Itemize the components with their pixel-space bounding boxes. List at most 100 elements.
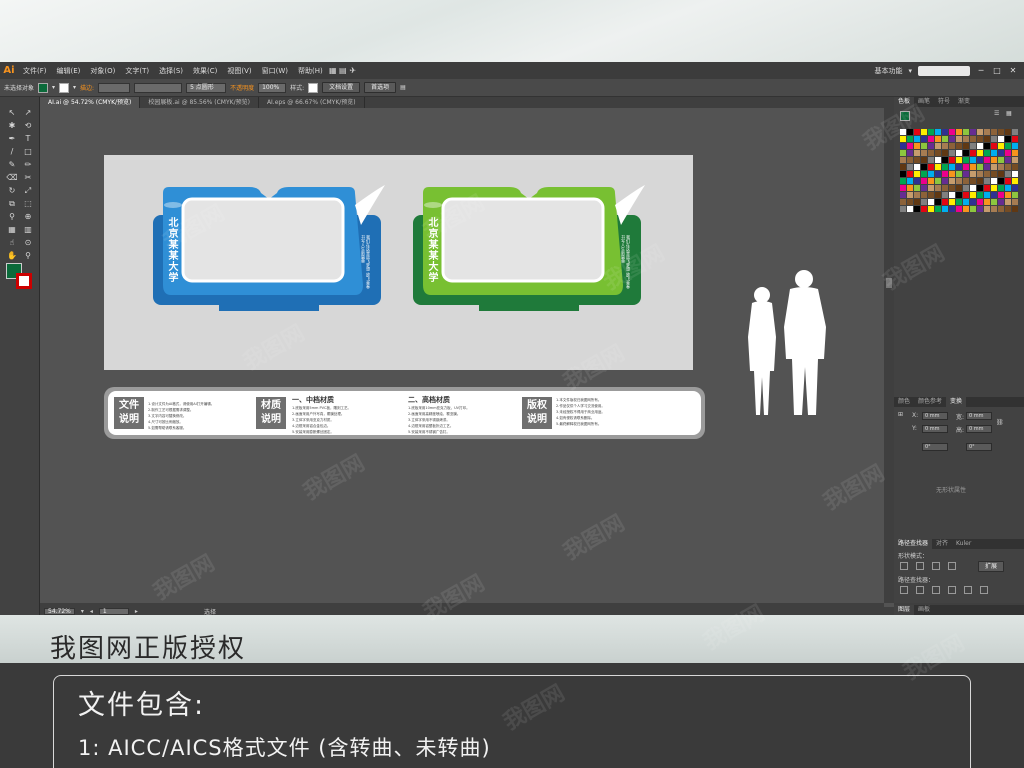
color-swatch[interactable] [963, 136, 969, 142]
unite-icon[interactable] [900, 562, 908, 570]
chevron-down-icon[interactable]: ▾ [81, 608, 84, 615]
color-swatch[interactable] [949, 199, 955, 205]
color-swatch[interactable] [942, 178, 948, 184]
tab-color[interactable]: 颜色 [894, 397, 914, 407]
x-field[interactable]: 0 mm [922, 412, 948, 420]
color-swatch[interactable] [963, 164, 969, 170]
color-swatch[interactable] [942, 129, 948, 135]
color-swatch[interactable] [942, 157, 948, 163]
artboard-tool-icon[interactable]: ☝ [6, 237, 18, 249]
color-swatch[interactable] [1012, 129, 1018, 135]
color-swatch[interactable] [984, 178, 990, 184]
menu-view[interactable]: 视图(V) [222, 66, 256, 76]
trim-icon[interactable] [916, 586, 924, 594]
color-swatch[interactable] [1012, 136, 1018, 142]
color-swatch[interactable] [984, 150, 990, 156]
color-swatch[interactable] [921, 157, 927, 163]
color-swatch[interactable] [1005, 157, 1011, 163]
color-swatch[interactable] [928, 157, 934, 163]
color-swatch[interactable] [1012, 199, 1018, 205]
color-swatch[interactable] [907, 199, 913, 205]
zoom-field[interactable]: 54.72% [44, 607, 75, 615]
doc-setup-button[interactable]: 文档设置 [322, 82, 361, 93]
tab-transform[interactable]: 变换 [946, 397, 967, 407]
color-swatch[interactable] [914, 129, 920, 135]
tab-layers[interactable]: 图层 [894, 605, 915, 615]
crop-icon[interactable] [948, 586, 956, 594]
color-swatch[interactable] [900, 157, 906, 163]
color-swatch[interactable] [963, 206, 969, 212]
preferences-button[interactable]: 首选项 [364, 82, 397, 93]
menu-select[interactable]: 选择(S) [154, 66, 188, 76]
color-swatch[interactable] [984, 192, 990, 198]
color-swatch[interactable] [998, 164, 1004, 170]
opacity-field[interactable]: 100% [258, 82, 287, 93]
color-swatch[interactable] [991, 157, 997, 163]
color-swatch[interactable] [1012, 171, 1018, 177]
blue-display-frame[interactable] [149, 185, 389, 315]
color-swatch[interactable] [977, 206, 983, 212]
color-swatch[interactable] [984, 164, 990, 170]
color-swatch[interactable] [970, 171, 976, 177]
color-swatch[interactable] [963, 192, 969, 198]
color-swatch[interactable] [949, 157, 955, 163]
color-swatch[interactable] [949, 143, 955, 149]
color-swatch[interactable] [998, 129, 1004, 135]
color-swatch[interactable] [914, 199, 920, 205]
color-swatch[interactable] [991, 192, 997, 198]
color-swatch[interactable] [963, 199, 969, 205]
color-swatch[interactable] [991, 143, 997, 149]
color-swatch[interactable] [984, 136, 990, 142]
outline-icon[interactable] [964, 586, 972, 594]
color-swatch[interactable] [914, 206, 920, 212]
style-swatch[interactable] [308, 82, 319, 93]
tab-color-guide[interactable]: 颜色参考 [914, 397, 946, 407]
type-tool-icon[interactable]: T [22, 133, 34, 145]
color-swatch[interactable] [942, 192, 948, 198]
color-swatch[interactable] [977, 129, 983, 135]
color-swatch[interactable] [942, 206, 948, 212]
color-swatch[interactable] [963, 143, 969, 149]
menu-edit[interactable]: 编辑(E) [52, 66, 86, 76]
color-swatch[interactable] [984, 199, 990, 205]
color-swatch[interactable] [942, 136, 948, 142]
menu-effect[interactable]: 效果(C) [188, 66, 222, 76]
tab-swatches[interactable]: 色板 [894, 97, 915, 107]
color-swatch[interactable] [991, 171, 997, 177]
artboard[interactable]: 北京某某大学 我们在这里放飞梦想 放飞青春 书写人生新篇章 北京某某大学 我们在… [104, 155, 693, 370]
color-swatch[interactable] [907, 206, 913, 212]
color-swatch[interactable] [900, 199, 906, 205]
hand-tool-icon[interactable]: ✋ [6, 250, 18, 262]
exclude-icon[interactable] [948, 562, 956, 570]
arrange-docs-icon[interactable]: ▤ [400, 84, 406, 91]
bridge-icon[interactable]: ▦ [328, 66, 338, 75]
active-color-swatch[interactable] [900, 111, 910, 121]
color-swatch[interactable] [956, 185, 962, 191]
color-swatch[interactable] [949, 178, 955, 184]
magic-wand-tool-icon[interactable]: ✱ [6, 120, 18, 132]
color-swatch[interactable] [928, 171, 934, 177]
color-swatch[interactable] [991, 129, 997, 135]
color-swatch[interactable] [956, 164, 962, 170]
color-swatch[interactable] [956, 143, 962, 149]
direct-selection-tool-icon[interactable]: ↗ [22, 107, 34, 119]
color-swatch[interactable] [914, 136, 920, 142]
color-swatch[interactable] [984, 185, 990, 191]
perspective-tool-icon[interactable]: ⬚ [22, 198, 34, 210]
color-swatch[interactable] [900, 185, 906, 191]
color-swatch[interactable] [900, 136, 906, 142]
divide-icon[interactable] [900, 586, 908, 594]
color-swatch[interactable] [970, 206, 976, 212]
prev-artboard-icon[interactable]: ◂ [90, 608, 93, 615]
color-swatch[interactable] [907, 185, 913, 191]
color-swatch[interactable] [977, 199, 983, 205]
close-icon[interactable]: ✕ [1008, 66, 1018, 75]
color-swatch[interactable] [900, 129, 906, 135]
color-swatch[interactable] [998, 150, 1004, 156]
brush-select[interactable]: 5 点圆形 [186, 82, 227, 93]
scissors-tool-icon[interactable]: ✂ [22, 172, 34, 184]
merge-icon[interactable] [932, 586, 940, 594]
color-swatch[interactable] [935, 178, 941, 184]
color-swatch[interactable] [928, 150, 934, 156]
color-swatch[interactable] [921, 171, 927, 177]
